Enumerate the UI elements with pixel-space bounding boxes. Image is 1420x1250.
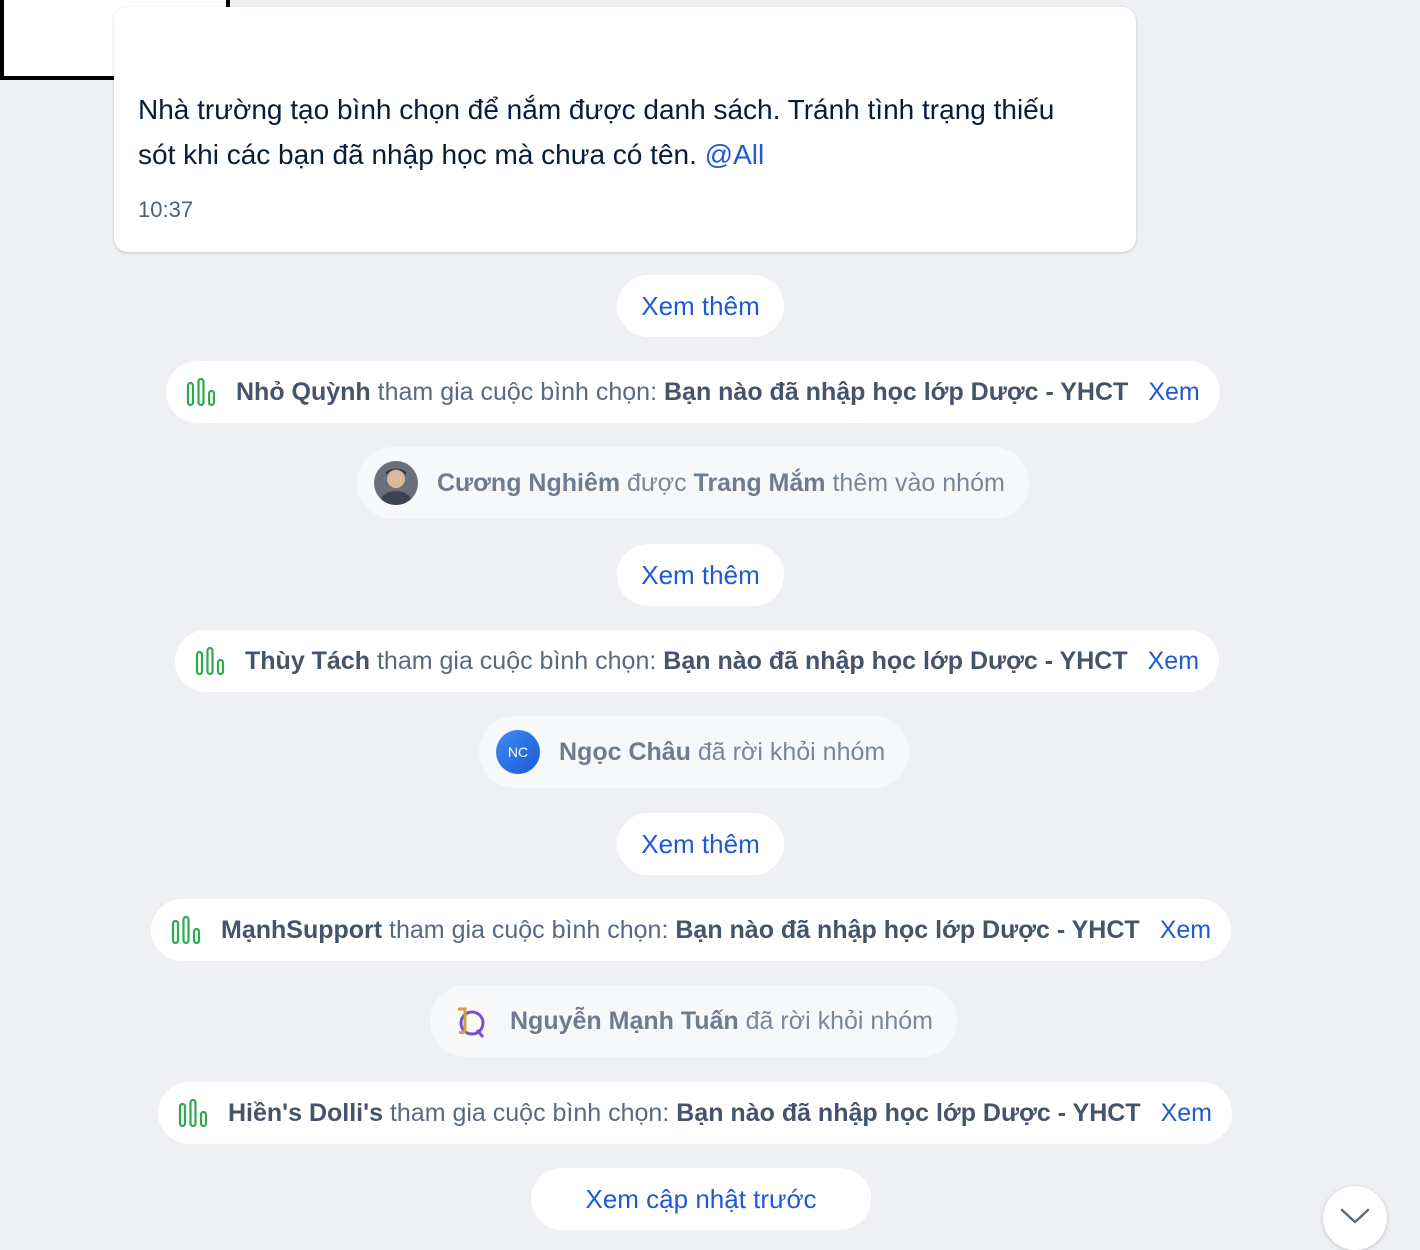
event-middle-text: được	[627, 468, 687, 497]
poll-activity-row: Thùy Tách tham gia cuộc bình chọn: Bạn n…	[175, 630, 1220, 692]
event-action-text: thêm vào nhóm	[832, 468, 1005, 497]
poll-action-text: tham gia cuộc bình chọn:	[377, 377, 658, 406]
see-more-button[interactable]: Xem thêm	[617, 544, 784, 606]
poll-title: Bạn nào đã nhập học lớp Dược - YHCT	[676, 1098, 1141, 1127]
event-action-text: đã rời khỏi nhóm	[697, 737, 886, 766]
chevron-down-icon	[1340, 1208, 1370, 1229]
poll-title: Bạn nào đã nhập học lớp Dược - YHCT	[663, 377, 1129, 406]
avatar	[447, 999, 491, 1043]
poll-view-link[interactable]: Xem	[1161, 1099, 1212, 1128]
event-user-name: Cương Nghiêm	[437, 468, 621, 497]
poll-user-name: Nhỏ Quỳnh	[236, 377, 371, 406]
scroll-to-bottom-button[interactable]	[1323, 1186, 1387, 1250]
poll-user-name: MạnhSupport	[221, 915, 383, 944]
avatar	[374, 461, 418, 505]
system-event-added: Cương Nghiêm được Trang Mắm thêm vào nhó…	[357, 447, 1029, 519]
poll-title: Bạn nào đã nhập học lớp Dược - YHCT	[663, 646, 1128, 675]
poll-action-text: tham gia cuộc bình chọn:	[389, 1098, 670, 1127]
poll-user-name: Thùy Tách	[245, 646, 371, 675]
event-user-name: Nguyễn Mạnh Tuấn	[510, 1006, 739, 1035]
avatar: NC	[496, 730, 540, 774]
poll-chart-icon	[171, 915, 201, 945]
poll-action-text: tham gia cuộc bình chọn:	[376, 646, 657, 675]
system-event-left: NC Ngọc Châu đã rời khỏi nhóm	[479, 716, 910, 788]
event-action-text: đã rời khỏi nhóm	[745, 1006, 933, 1035]
see-more-button[interactable]: Xem thêm	[617, 275, 784, 337]
mention-all[interactable]: @All	[705, 139, 765, 170]
see-previous-updates-button[interactable]: Xem cập nhật trước	[531, 1168, 871, 1230]
poll-action-text: tham gia cuộc bình chọn:	[389, 915, 669, 944]
message-time: 10:37	[138, 197, 194, 222]
poll-activity-row: MạnhSupport tham gia cuộc bình chọn: Bạn…	[151, 899, 1232, 961]
poll-view-link[interactable]: Xem	[1148, 647, 1199, 676]
message-text: Nhà trường tạo bình chọn để nắm được dan…	[138, 94, 1055, 170]
poll-title: Bạn nào đã nhập học lớp Dược - YHCT	[675, 915, 1140, 944]
poll-view-link[interactable]: Xem	[1148, 378, 1199, 407]
event-actor-name: Trang Mắm	[693, 468, 826, 497]
poll-view-link[interactable]: Xem	[1160, 916, 1211, 945]
message-bubble[interactable]: Nhà trường tạo bình chọn để nắm được dan…	[114, 7, 1136, 252]
poll-user-name: Hiền's Dolli's	[228, 1098, 383, 1127]
event-user-name: Ngọc Châu	[559, 737, 691, 766]
poll-chart-icon	[186, 377, 216, 407]
poll-activity-row: Nhỏ Quỳnh tham gia cuộc bình chọn: Bạn n…	[166, 361, 1220, 423]
poll-chart-icon	[195, 646, 225, 676]
see-more-button[interactable]: Xem thêm	[617, 813, 784, 875]
poll-chart-icon	[178, 1098, 208, 1128]
poll-activity-row: Hiền's Dolli's tham gia cuộc bình chọn: …	[158, 1082, 1232, 1144]
system-event-left: Nguyễn Mạnh Tuấn đã rời khỏi nhóm	[430, 985, 957, 1057]
